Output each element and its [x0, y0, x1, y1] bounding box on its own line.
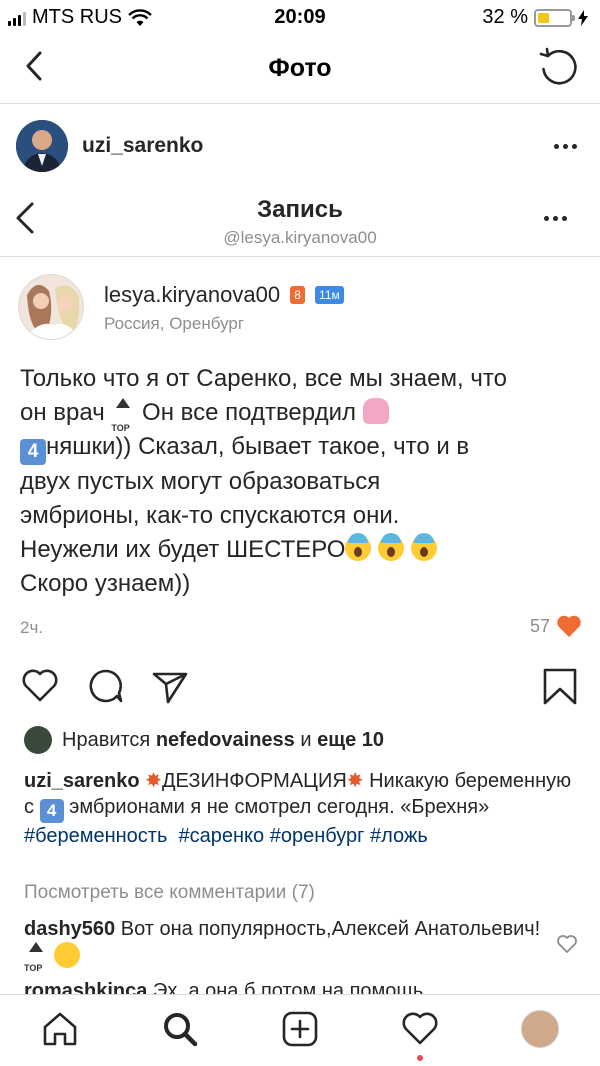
collision-icon: ✸: [346, 770, 364, 792]
heart-icon[interactable]: [20, 666, 60, 706]
post-header: uzi_sarenko: [0, 110, 600, 184]
status-bar: MTS RUS 20:09 32 %: [0, 0, 600, 34]
top-icon: [24, 942, 48, 981]
author-location: Россия, Оренбург: [104, 314, 245, 333]
embedded-time: 2ч.: [20, 618, 44, 637]
story-line: Скоро узнаем)): [20, 570, 191, 597]
liked-by[interactable]: Нравится nefedovainess и еще 10: [24, 726, 384, 754]
author-name: lesya.kiryanova00: [104, 282, 281, 307]
send-icon[interactable]: [150, 666, 190, 706]
hashtag-link[interactable]: #беременность: [24, 825, 167, 847]
battery-icon: [534, 8, 575, 27]
tab-activity[interactable]: [398, 1007, 442, 1051]
scream-icon: [378, 533, 405, 561]
comment-text: Вот она популярность,Алексей Анатольевич…: [120, 918, 541, 940]
action-bar: [0, 660, 600, 716]
avatar: [18, 274, 84, 340]
story-line: эмбрионы, как-то спускаются они.: [20, 502, 400, 529]
scream-icon: [410, 533, 437, 561]
battery-percent: 32 %: [482, 6, 528, 28]
story-line: двух пустых могут образоваться: [20, 468, 381, 495]
owner-username[interactable]: uzi_sarenko: [82, 134, 203, 158]
avatar-picture: [16, 120, 68, 172]
caption-text: эмбрионами я не смотрел сегодня. «Брехня…: [63, 796, 490, 818]
nav-header: Фото: [0, 34, 600, 102]
liked-by-prefix: Нравится: [62, 728, 151, 751]
caption-headline: ДЕЗИНФОРМАЦИЯ: [161, 770, 347, 792]
caption-username[interactable]: uzi_sarenko: [24, 770, 140, 792]
flowers-icon: [362, 398, 389, 424]
avatar[interactable]: [16, 120, 68, 172]
liked-by-middle: и: [300, 728, 312, 751]
notification-dot: [417, 1055, 423, 1061]
charging-icon: [578, 9, 588, 26]
divider: [0, 256, 600, 257]
tab-search[interactable]: [158, 1007, 202, 1051]
tab-profile[interactable]: [518, 1007, 562, 1051]
hashtag-link[interactable]: #саренко: [179, 825, 265, 847]
hashtag-link[interactable]: #оренбург: [270, 825, 365, 847]
bookmark-icon[interactable]: [540, 666, 580, 706]
grin-icon: [53, 942, 80, 968]
divider: [0, 103, 600, 104]
badge-orange: 8: [290, 286, 305, 304]
comment: romashkinca Эх, а она б потом на помощь: [24, 976, 584, 994]
story-line: Неужели их будет ШЕСТЕРО: [20, 536, 346, 563]
author-picture: [19, 275, 83, 339]
embedded-text: Только что я от Саренко, все мы знаем, ч…: [20, 362, 580, 601]
caption: uzi_sarenko ✸ДЕЗИНФОРМАЦИЯ✸ Никакую бере…: [24, 768, 584, 849]
embedded-subtitle: @lesya.kiryanova00: [223, 228, 377, 247]
tab-home[interactable]: [38, 1007, 82, 1051]
hashtag-link[interactable]: #ложь: [370, 825, 428, 847]
embedded-author: lesya.kiryanova00 8 11м Россия, Оренбург: [0, 266, 600, 346]
search-icon: [164, 1013, 198, 1047]
story-line: няшки)) Сказал, бывает такое, что и в: [46, 433, 470, 460]
chevron-left-icon: [26, 51, 42, 81]
add-icon: [282, 1011, 318, 1047]
comment-icon[interactable]: [86, 666, 126, 706]
top-icon: [111, 398, 135, 445]
avatar: [24, 726, 52, 754]
heart-icon: [557, 615, 581, 637]
page-title: Фото: [268, 54, 332, 82]
post-image: Запись @lesya.kiryanova00 lesya.kiryanov…: [0, 186, 600, 716]
embedded-header: Запись @lesya.kiryanova00: [0, 186, 600, 254]
more-icon: [544, 216, 567, 221]
keycap-icon: 4: [39, 799, 64, 823]
embedded-likes: 57: [530, 614, 582, 638]
tab-new-post[interactable]: [278, 1007, 322, 1051]
comment-text: Эх, а она б потом на помощь: [152, 980, 424, 994]
more-icon[interactable]: [554, 144, 577, 149]
tab-bar: [0, 994, 600, 1066]
story-line: Только что я от Саренко, все мы знаем, ч…: [20, 365, 507, 392]
liked-by-rest[interactable]: еще 10: [317, 729, 384, 751]
keycap-icon: 4: [20, 439, 46, 465]
story-line: он врач: [20, 399, 105, 426]
badge-blue: 11м: [315, 286, 344, 304]
collision-icon: ✸: [145, 770, 162, 792]
comment-username[interactable]: romashkinca: [24, 980, 147, 994]
heart-icon: [402, 1012, 438, 1045]
comment: dashy560 Вот она популярность,Алексей Ан…: [24, 916, 544, 981]
embedded-title: Запись: [257, 196, 343, 223]
heart-icon[interactable]: [556, 934, 578, 954]
back-button[interactable]: [14, 46, 54, 86]
view-all-comments[interactable]: Посмотреть все комментарии (7): [24, 882, 315, 904]
home-icon: [43, 1012, 77, 1046]
scream-icon: [345, 533, 372, 561]
likes-count: 57: [529, 615, 550, 636]
avatar: [521, 1010, 559, 1048]
comment-username[interactable]: dashy560: [24, 918, 115, 940]
liked-by-user[interactable]: nefedovainess: [156, 729, 295, 751]
story-line: Он все подтвердил: [142, 399, 356, 426]
refresh-icon[interactable]: [536, 44, 582, 90]
